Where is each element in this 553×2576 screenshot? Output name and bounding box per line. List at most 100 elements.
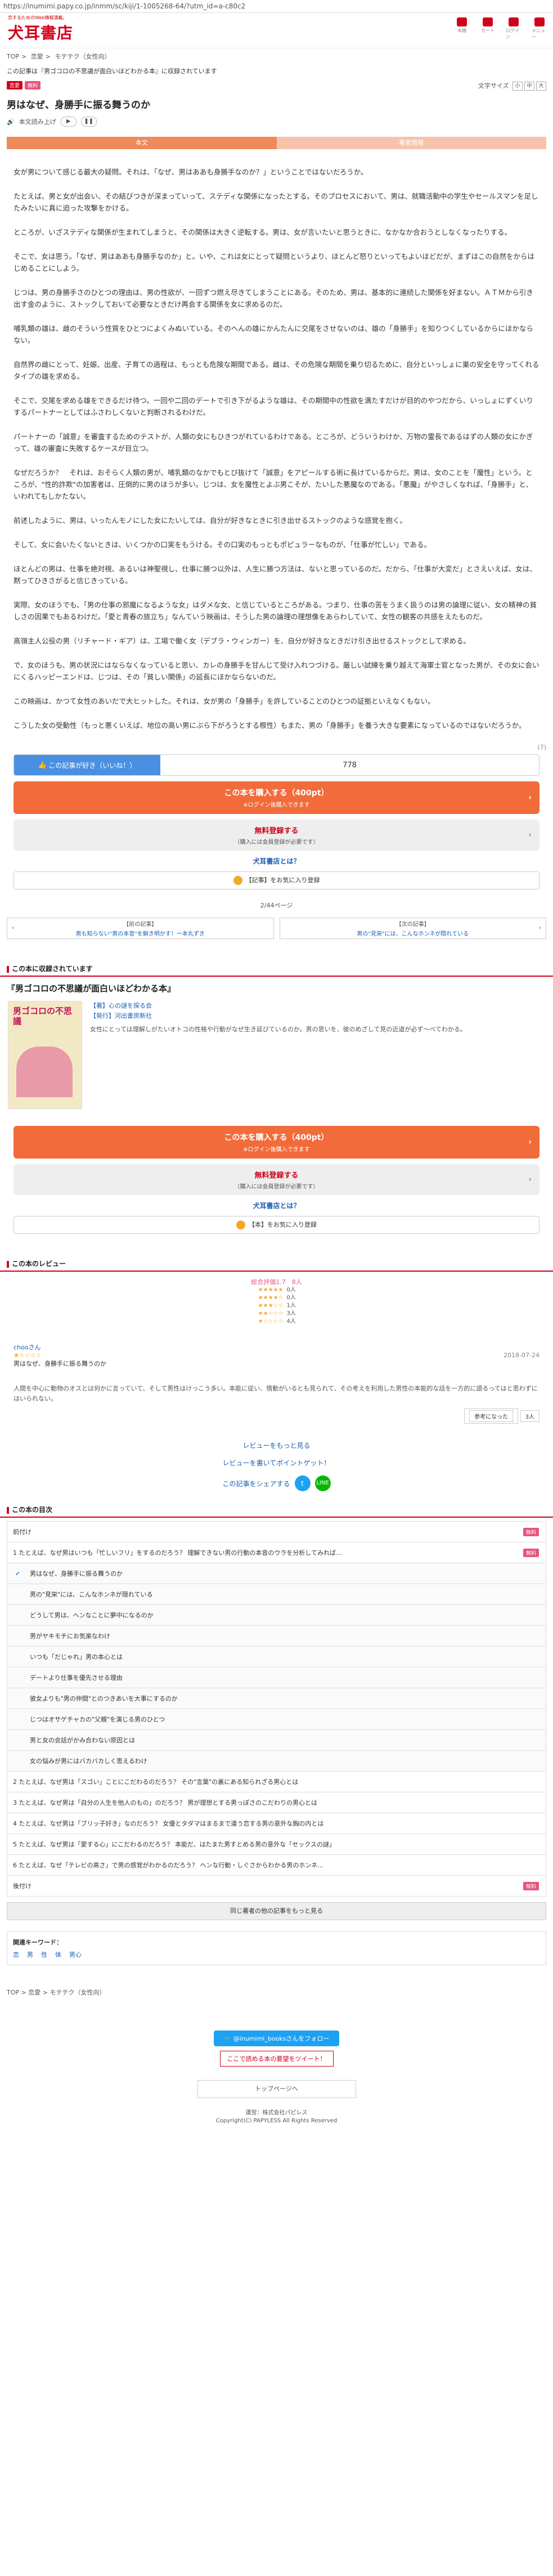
play-icon[interactable]: ▶ [60,117,77,127]
article-title: 男はなぜ、身勝手に振る舞うのか [7,100,150,111]
chevron-right-icon: › [539,925,541,931]
toc-row[interactable]: 3 たとえば、なぜ男は「自分の人生を他人のもの」のだろう？ 男が理想とする男っぽ… [7,1792,546,1813]
keywords-box: 関連キーワード： 恋男性体男心 [7,1931,546,1965]
toc-row[interactable]: 前付け 無料 [7,1521,546,1542]
free-register-button[interactable]: 無料登録する （購入には会員登録が必要です） › [14,820,539,851]
category-tag: 恋愛 [7,81,23,90]
prev-article-link[interactable]: ‹ 【前の記事】 男も知らない"男の本音"を解き明かす！一本丸ずき [7,918,274,939]
toc-row[interactable]: どうして男は、ヘンなことに夢中になるのか [7,1605,546,1626]
bookshelf-icon[interactable]: 本棚 [454,17,470,40]
article-paragraph: そこで、交尾を求める雄をできるだけ待つ。一回や二回のデートで引き下がるような雄は… [14,396,533,417]
twitter-icon: 🐦 [223,2035,233,2042]
breadcrumb-item[interactable]: TOP [7,53,19,60]
site-header: 恋するためのWeb情報満載。 犬耳書店 本棚 カート ログイン メニュー [0,13,553,48]
next-article-link[interactable]: › 【次の記事】 男の"見栄"には、こんなホンネが隠れている [279,918,546,939]
site-logo[interactable]: 犬耳書店 [8,21,73,43]
free-register-button-2[interactable]: 無料登録する （購入には会員登録が必要です） › [14,1164,539,1195]
rating-stars: ★☆☆☆☆ [258,1318,284,1325]
toc-row[interactable]: 5 たとえば、なぜ男は「愛する心」にこだわるのだろう？ 本能だ、はたまた男すとめ… [7,1834,546,1855]
tab-author[interactable]: 著者情報 [276,137,546,149]
toc-row[interactable]: 男がヤキモチにお気楽なわけ [7,1626,546,1647]
article-paragraph: 女が男について感じる最大の疑問。それは、「なぜ、男はああも身勝手なのか？」という… [14,168,368,176]
toc-title: 男はなぜ、身勝手に振る舞うのか [30,1570,123,1577]
rating-count: 3人 [286,1311,296,1317]
toc-row[interactable]: 後付け 無料 [7,1876,546,1897]
cover-art [16,1046,73,1097]
top-page-button[interactable]: トップページへ [197,2080,356,2098]
review-user[interactable]: chooさん [14,1343,539,1352]
heart-icon [233,876,242,885]
toc-row[interactable]: 男の"見栄"には、こんなホンネが隠れている [7,1584,546,1605]
breadcrumb-item[interactable]: 恋愛 [31,53,43,60]
toc-row[interactable]: いつも「だじゃれ」男の本心とは [7,1647,546,1667]
toc-title: 4 たとえば、なぜ男は「ブリッ子好き」なのだろう？ 女優とタダマはまるまで違う恋… [13,1820,324,1827]
title-meta: 恋愛 無料 文字サイズ 小中大 [7,81,546,92]
keyword-link[interactable]: 恋 [13,1950,19,1959]
like-count: 778 [343,761,357,770]
book-title[interactable]: 『男ゴコロの不思議が面白いほどわかる本』 [7,982,546,994]
toc-title: 男と女の会話がかみ合わない原因とは [30,1737,135,1744]
favorite-book-button[interactable]: 【本】をお気に入り登録 [14,1216,539,1234]
menu-icon[interactable]: メニュー [532,17,547,40]
book-author[interactable]: 【著】心の謎を探る会 [90,1001,466,1011]
keyword-link[interactable]: 体 [55,1950,61,1959]
buy-button-2[interactable]: この本を購入する（400pt） ※ログイン後購入できます › [14,1126,539,1159]
what-is-link-2[interactable]: 犬耳書店とは？ [0,1201,553,1210]
article-paragraph: 哺乳類の雄は、雌のそういう性質をひとつによくみぬいている。そのへんの雄にかんたん… [14,324,534,345]
toc-row[interactable]: 1 たとえば、なぜ男はいつも「忙しいフリ」をするのだろう？ 理解できない男の行動… [7,1542,546,1563]
more-reviews-link[interactable]: レビューをもっと見る [0,1441,553,1450]
keyword-link[interactable]: 性 [41,1950,47,1959]
toc-row[interactable]: 4 たとえば、なぜ男は「ブリッ子好き」なのだろう？ 女優とタダマはまるまで違う恋… [7,1813,546,1834]
review-date: 2018-07-24 [503,1352,539,1359]
audio-player: 🔊 本文読み上げ ▶ ❚❚ [7,117,546,127]
rating-count: 0人 [286,1287,296,1293]
rating-stars: ★★★★☆ [258,1295,284,1301]
request-tweet-button[interactable]: ここで読める本の要望をツイート！ [219,2051,334,2067]
font-size-small[interactable]: 小 [512,82,523,91]
tab-body[interactable]: 本文 [7,137,277,149]
like-button[interactable]: 👍 この記事が好き（いいね！） [14,755,160,775]
toc-row[interactable]: ✔ 男はなぜ、身勝手に振る舞うのか [7,1563,546,1584]
book-publisher[interactable]: 【発行】河出書房新社 [90,1011,466,1021]
breadcrumb-item[interactable]: モテテク（女性向） [50,1989,105,1996]
breadcrumb-item[interactable]: モテテク（女性向） [55,53,110,60]
url-bar[interactable]: https://inumimi.papy.co.jp/inmm/sc/kiji/… [0,0,553,13]
article-paragraph: たとえば、男と女が出会い、その結びつきが深まっていって、ステディな関係になったと… [14,192,538,212]
toc-row[interactable]: 女の悩みが男にはバカバカしく思えるわけ [7,1751,546,1772]
toc-title: 5 たとえば、なぜ男は「愛する心」にこだわるのだろう？ 本能だ、はたまた男すとめ… [13,1841,335,1848]
header-icons: 本棚 カート ログイン メニュー [454,17,547,40]
review-section-heading: この本のレビュー [0,1256,553,1272]
login-icon[interactable]: ログイン [506,17,521,40]
same-author-button[interactable]: 同じ著者の他の記事をもっと見る [7,1902,546,1920]
keyword-link[interactable]: 男 [27,1950,33,1959]
what-is-link[interactable]: 犬耳書店とは？ [0,856,553,866]
cart-icon[interactable]: カート [480,17,496,40]
helpful-button[interactable]: 参考になった [464,1408,519,1424]
toc-row[interactable]: デートより仕事を優先させる理由 [7,1667,546,1688]
book-cover[interactable]: 男ゴコロの不思議 [8,1001,82,1109]
like-bar[interactable]: 👍 この記事が好き（いいね！） 778 [14,754,539,776]
breadcrumb-item[interactable]: TOP [7,1989,19,1996]
toc-title: じつはオサゲチャカの"父親"を演じる男のひとつ [30,1716,165,1723]
breadcrumb-item[interactable]: 恋愛 [28,1989,41,1996]
buy-button[interactable]: この本を購入する（400pt） ※ログイン後購入できます › [14,781,539,814]
font-size-medium[interactable]: 中 [524,82,534,91]
toc-row[interactable]: 2 たとえば、なぜ男は「スゴい」ことにこだわるのだろう？ その"言葉"の裏にある… [7,1772,546,1792]
write-review-link[interactable]: レビューを書いてポイントゲット！ [0,1458,553,1468]
review-item: chooさん ★☆☆☆☆ 2018-07-24 男はなぜ、身勝手に振る舞うのか 人… [14,1343,539,1424]
toc-row[interactable]: 6 たとえば、なぜ「テレビの高さ」で男の感覚がわかるのだろう？ ヘンな行動・しぐ… [7,1855,546,1876]
twitter-follow-button[interactable]: 🐦 @inumimi_booksさんをフォロー [213,2031,340,2046]
article-paragraph: ほとんどの男は、仕事を絶対視、あるいは神聖視し、仕事に勝つ以外は、人生に勝つ方法… [14,565,537,585]
toc-title: 彼女よりも"男の仲間"とのつきあいを大事にするのか [30,1695,178,1702]
keyword-link[interactable]: 男心 [69,1950,82,1959]
twitter-icon[interactable]: t [294,1475,311,1491]
font-size-large[interactable]: 大 [536,82,546,91]
favorite-article-button[interactable]: 【記事】をお気に入り登録 [14,871,539,889]
book-notice: この記事は『男ゴコロの不思議が面白いほどわかる本』に収録されています [7,68,217,75]
toc-row[interactable]: 男と女の会話がかみ合わない原因とは [7,1730,546,1751]
line-icon[interactable]: LINE [314,1475,331,1491]
toc-row[interactable]: 彼女よりも"男の仲間"とのつきあいを大事にするのか [7,1688,546,1709]
toc-row[interactable]: じつはオサゲチャカの"父親"を演じる男のひとつ [7,1709,546,1730]
pause-icon[interactable]: ❚❚ [80,117,97,127]
book-block: 男ゴコロの不思議 【著】心の謎を探る会 【発行】河出書房新社 女性にとっては理解… [8,1001,545,1109]
